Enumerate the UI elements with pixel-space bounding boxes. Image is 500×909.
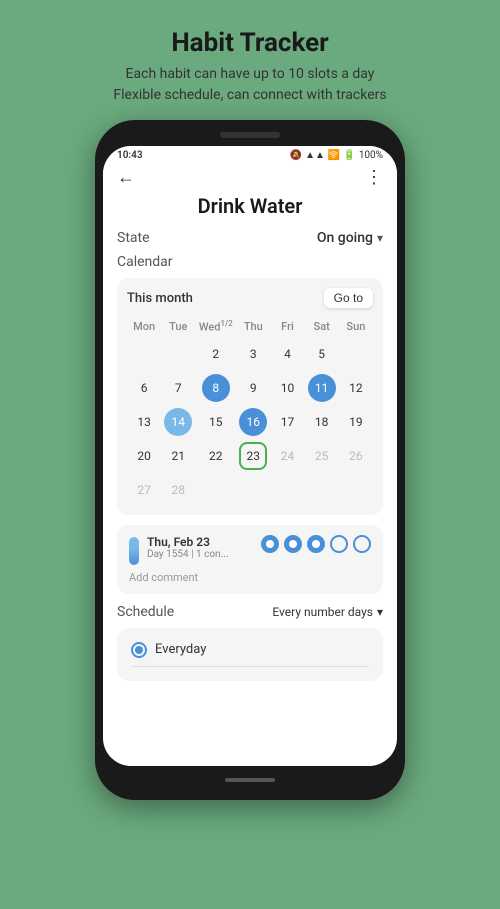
day-date: Thu, Feb 23 <box>147 535 229 549</box>
calendar-header: This month Go to <box>127 288 373 308</box>
header-title: Habit Tracker <box>113 28 386 58</box>
day-circles <box>261 535 371 553</box>
cal-day[interactable]: 2 <box>202 340 230 368</box>
schedule-dropdown-arrow: ▾ <box>377 605 383 619</box>
back-button[interactable]: ← <box>117 167 135 188</box>
header-section: Habit Tracker Each habit can have up to … <box>83 10 416 120</box>
cal-day[interactable]: 12 <box>342 374 370 402</box>
cal-day[interactable]: 17 <box>273 408 301 436</box>
this-month-label: This month <box>127 291 193 306</box>
circle-2[interactable] <box>284 535 302 553</box>
radio-inner <box>135 646 143 654</box>
state-label: State <box>117 230 150 246</box>
table-row: 13 14 15 16 17 18 19 <box>127 405 373 439</box>
col-tue: Tue <box>161 316 195 337</box>
col-thu: Thu <box>236 316 270 337</box>
calendar-label: Calendar <box>117 254 383 270</box>
cal-day[interactable]: 27 <box>130 476 158 504</box>
cal-day-23[interactable]: 23 <box>239 442 267 470</box>
header-subtitle: Each habit can have up to 10 slots a day… <box>113 64 386 106</box>
cal-day[interactable]: 28 <box>164 476 192 504</box>
calendar-card: This month Go to Mon Tue Wed1/2 Thu Fri <box>117 278 383 515</box>
state-value[interactable]: On going ▾ <box>317 230 383 246</box>
divider <box>131 666 369 667</box>
phone-bottom-bar <box>103 772 397 788</box>
wifi-icon: 🛜 <box>328 150 340 161</box>
more-button[interactable]: ⋮ <box>365 167 383 188</box>
cal-day[interactable]: 21 <box>164 442 192 470</box>
schedule-option-everyday[interactable]: Everyday <box>131 638 369 662</box>
signal-icon: ▲▲ <box>305 150 325 161</box>
status-right: 🔕 ▲▲ 🛜 🔋 100% <box>290 150 383 161</box>
cal-day[interactable]: 22 <box>202 442 230 470</box>
phone-notch <box>220 132 280 138</box>
cal-day[interactable]: 20 <box>130 442 158 470</box>
mute-icon: 🔕 <box>290 150 302 161</box>
cal-day[interactable]: 9 <box>239 374 267 402</box>
circle-5[interactable] <box>353 535 371 553</box>
status-time: 10:43 <box>117 150 143 161</box>
col-wed: Wed1/2 <box>195 316 236 337</box>
cal-day[interactable]: 5 <box>308 340 336 368</box>
cal-day[interactable]: 10 <box>273 374 301 402</box>
cal-day-8[interactable]: 8 <box>202 374 230 402</box>
habit-title: Drink Water <box>117 194 383 218</box>
cal-day-16[interactable]: 16 <box>239 408 267 436</box>
cal-day[interactable]: 4 <box>273 340 301 368</box>
cal-day[interactable]: 15 <box>202 408 230 436</box>
everyday-label: Everyday <box>155 642 206 657</box>
schedule-value[interactable]: Every number days ▾ <box>272 605 383 619</box>
table-row: 2 3 4 5 <box>127 337 373 371</box>
home-indicator[interactable] <box>225 778 275 782</box>
col-sun: Sun <box>339 316 373 337</box>
phone-screen: 10:43 🔕 ▲▲ 🛜 🔋 100% ← ⋮ Drink Water <box>103 146 397 766</box>
day-detail-left: Thu, Feb 23 Day 1554 | 1 con... <box>129 535 229 565</box>
cal-day-14[interactable]: 14 <box>164 408 192 436</box>
radio-everyday[interactable] <box>131 642 147 658</box>
table-row: 6 7 8 9 10 11 12 <box>127 371 373 405</box>
add-comment[interactable]: Add comment <box>129 571 371 584</box>
battery-icon: 🔋 <box>343 150 355 161</box>
day-detail-card: Thu, Feb 23 Day 1554 | 1 con... Ad <box>117 525 383 594</box>
cal-day-11[interactable]: 11 <box>308 374 336 402</box>
cal-day[interactable]: 19 <box>342 408 370 436</box>
schedule-row: Schedule Every number days ▾ <box>117 604 383 620</box>
status-bar: 10:43 🔕 ▲▲ 🛜 🔋 100% <box>103 146 397 163</box>
cal-day[interactable]: 3 <box>239 340 267 368</box>
top-bar: ← ⋮ <box>103 163 397 194</box>
day-sub: Day 1554 | 1 con... <box>147 549 229 560</box>
cal-day[interactable]: 24 <box>273 442 301 470</box>
circle-1[interactable] <box>261 535 279 553</box>
circle-3[interactable] <box>307 535 325 553</box>
col-fri: Fri <box>270 316 304 337</box>
col-mon: Mon <box>127 316 161 337</box>
table-row: 27 28 <box>127 473 373 507</box>
day-detail-text: Thu, Feb 23 Day 1554 | 1 con... <box>147 535 229 560</box>
schedule-label: Schedule <box>117 604 174 620</box>
phone-device: 10:43 🔕 ▲▲ 🛜 🔋 100% ← ⋮ Drink Water <box>95 120 405 800</box>
cal-day[interactable]: 6 <box>130 374 158 402</box>
calendar-grid: Mon Tue Wed1/2 Thu Fri Sat Sun <box>127 316 373 507</box>
water-icon <box>129 537 139 565</box>
state-row: State On going ▾ <box>117 230 383 246</box>
table-row: 20 21 22 23 24 25 26 <box>127 439 373 473</box>
cal-day[interactable]: 25 <box>308 442 336 470</box>
cal-day[interactable]: 13 <box>130 408 158 436</box>
screen-content: Drink Water State On going ▾ Calendar Th… <box>103 194 397 695</box>
cal-day[interactable]: 26 <box>342 442 370 470</box>
cal-day[interactable]: 18 <box>308 408 336 436</box>
page-wrapper: Habit Tracker Each habit can have up to … <box>0 10 500 899</box>
cal-day[interactable]: 7 <box>164 374 192 402</box>
schedule-card: Everyday <box>117 628 383 681</box>
col-sat: Sat <box>305 316 339 337</box>
state-dropdown-arrow: ▾ <box>377 231 383 245</box>
battery-percent: 100% <box>359 150 383 161</box>
circle-4[interactable] <box>330 535 348 553</box>
day-detail-top: Thu, Feb 23 Day 1554 | 1 con... <box>129 535 371 565</box>
goto-button[interactable]: Go to <box>324 288 373 308</box>
